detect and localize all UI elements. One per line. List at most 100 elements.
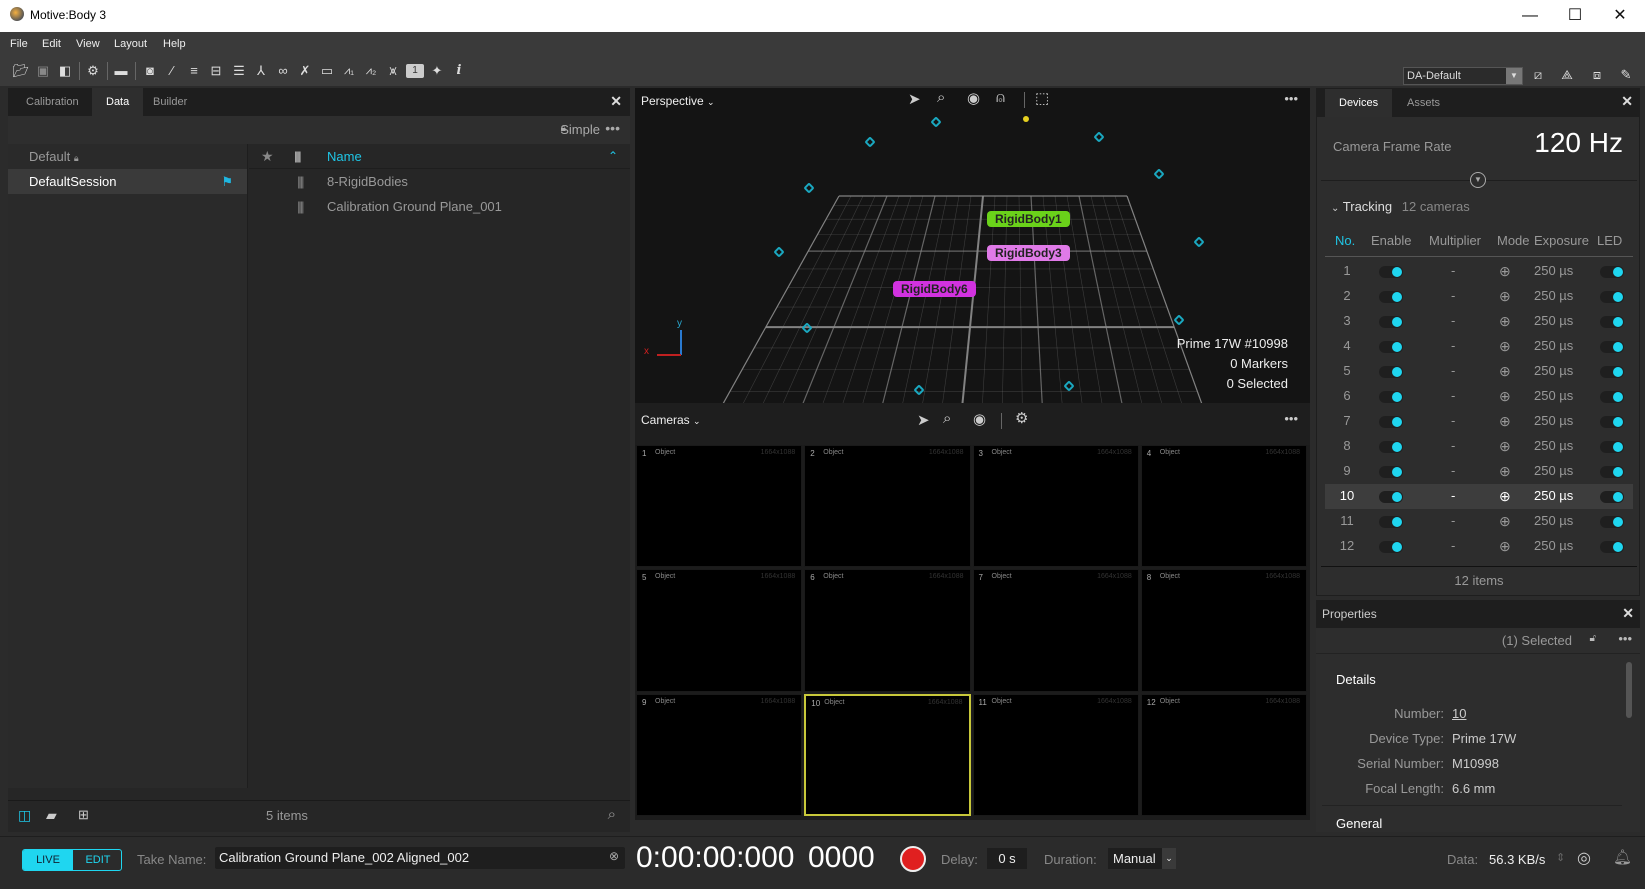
tab-builder[interactable]: Builder [139, 88, 201, 116]
led-toggle[interactable] [1600, 366, 1624, 378]
col-multiplier[interactable]: Multiplier [1429, 233, 1481, 248]
device-row[interactable]: 2 - ⊕ 250 µs [1325, 284, 1633, 309]
skeleton-icon[interactable]: ⅄ [252, 62, 270, 80]
object-mode-icon[interactable]: ⊕ [1499, 388, 1511, 405]
rigid-body-label-1[interactable]: RigidBody1 [987, 211, 1070, 227]
settings-icon[interactable]: ⚙ [1015, 409, 1028, 427]
menu-help[interactable]: Help [163, 38, 186, 50]
device-row[interactable]: 6 - ⊕ 250 µs [1325, 384, 1633, 409]
object-mode-icon[interactable]: ⊕ [1499, 513, 1511, 530]
camera-tile[interactable]: 4 Object 1664x1088 [1140, 445, 1307, 568]
enable-toggle[interactable] [1379, 316, 1403, 328]
take-name-input[interactable]: Calibration Ground Plane_002 Aligned_002… [215, 847, 625, 869]
object-mode-icon[interactable]: ⊕ [1499, 288, 1511, 305]
col-no[interactable]: No. [1335, 233, 1355, 248]
session-item[interactable]: DefaultSession ⚑ [8, 169, 247, 194]
rigid-body-label-3[interactable]: RigidBody3 [987, 245, 1070, 261]
object-mode-icon[interactable]: ⊕ [1499, 463, 1511, 480]
record-button[interactable] [900, 846, 926, 872]
led-toggle[interactable] [1600, 316, 1624, 328]
take-row[interactable]: |||| 8-RigidBodies [249, 169, 630, 194]
device-exposure[interactable]: 250 µs [1534, 438, 1573, 453]
list-settings-icon[interactable]: ☰ [230, 62, 248, 80]
mode-label[interactable]: Simple [560, 122, 600, 137]
details-section-header[interactable]: Details [1336, 672, 1376, 687]
clear-input-icon[interactable]: ⊗ [609, 849, 619, 863]
perspective-viewport[interactable]: Perspective ⌄ ➤ ⌕ ◉ ⍝ ⬚ ••• RigidBody3 R… [635, 88, 1310, 403]
enable-toggle[interactable] [1379, 441, 1403, 453]
camera-tile[interactable]: 10 Object 1664x1088 [804, 693, 971, 816]
device-exposure[interactable]: 250 µs [1534, 363, 1573, 378]
col-mode[interactable]: Mode [1497, 233, 1530, 248]
enable-toggle[interactable] [1379, 291, 1403, 303]
camera-tile[interactable]: 3 Object 1664x1088 [972, 445, 1139, 568]
more-options-icon[interactable]: ••• [605, 120, 620, 136]
search-icon[interactable]: ⌕ [608, 806, 616, 823]
layout-create-icon[interactable]: ⟁ [1557, 67, 1577, 85]
col-enable[interactable]: Enable [1371, 233, 1411, 248]
selected-camera-marker-icon[interactable] [1023, 116, 1029, 122]
camera-tile[interactable]: 5 Object 1664x1088 [636, 569, 803, 692]
device-exposure[interactable]: 250 µs [1534, 538, 1573, 553]
filter-icon[interactable]: ⩙ [384, 62, 402, 80]
device-exposure[interactable]: 250 µs [1534, 463, 1573, 478]
device-row[interactable]: 4 - ⊕ 250 µs [1325, 334, 1633, 359]
close-panel-icon[interactable]: ✕ [1621, 93, 1633, 110]
settings-icon[interactable]: ⚙ [84, 62, 102, 80]
select-tool-icon[interactable]: ➤ [917, 411, 930, 429]
led-toggle[interactable] [1600, 416, 1624, 428]
led-toggle[interactable] [1600, 541, 1624, 553]
layout-select[interactable]: DA-Default ▼ [1403, 67, 1523, 85]
data-rate-stepper-icon[interactable]: ⇕ [1556, 851, 1565, 864]
sidebar-toggle-icon[interactable]: ◫ [18, 807, 31, 824]
led-toggle[interactable] [1600, 341, 1624, 353]
led-toggle[interactable] [1600, 491, 1624, 503]
enable-toggle[interactable] [1379, 516, 1403, 528]
network-icon[interactable]: ◎ [1577, 848, 1591, 868]
enable-toggle[interactable] [1379, 366, 1403, 378]
archive-icon[interactable]: ⊟ [207, 62, 225, 80]
device-exposure[interactable]: 250 µs [1534, 263, 1573, 278]
graph2-icon[interactable]: ⩘₂ [362, 62, 380, 80]
duration-select[interactable]: Manual ⌄ [1108, 848, 1176, 869]
wand-icon[interactable]: ⁄ [163, 62, 181, 80]
unlock-icon[interactable]: 🔓︎ [1590, 633, 1596, 644]
menu-layout[interactable]: Layout [114, 38, 147, 50]
new-file-icon[interactable]: ⊞ [78, 807, 89, 823]
star-icon[interactable]: ★ [261, 144, 274, 169]
expand-down-icon[interactable]: ▼ [1470, 172, 1486, 188]
tab-assets[interactable]: Assets [1393, 89, 1454, 117]
device-exposure[interactable]: 250 µs [1534, 388, 1573, 403]
notification-bell-icon[interactable]: 🔔︎ [1613, 848, 1632, 866]
object-mode-icon[interactable]: ⊕ [1499, 338, 1511, 355]
close-panel-icon[interactable]: ✕ [610, 93, 622, 110]
object-mode-icon[interactable]: ⊕ [1499, 363, 1511, 380]
visibility-icon[interactable]: ◉ [973, 410, 986, 428]
menu-view[interactable]: View [76, 38, 100, 50]
tab-calibration[interactable]: Calibration [12, 88, 93, 116]
camera-tile[interactable]: 7 Object 1664x1088 [972, 569, 1139, 692]
layout-calibrate-icon[interactable]: ⧄ [1528, 67, 1548, 85]
minimize-button[interactable]: — [1510, 4, 1550, 28]
led-toggle[interactable] [1600, 266, 1624, 278]
camera-tile[interactable]: 6 Object 1664x1088 [804, 569, 971, 692]
object-mode-icon[interactable]: ⊕ [1499, 438, 1511, 455]
tools-icon[interactable]: ✗ [296, 62, 314, 80]
scrollbar[interactable] [1626, 662, 1632, 718]
enable-toggle[interactable] [1379, 391, 1403, 403]
camera-tile[interactable]: 11 Object 1664x1088 [972, 693, 1139, 816]
name-column-header[interactable]: Name [327, 144, 362, 169]
enable-toggle[interactable] [1379, 541, 1403, 553]
camera-tile[interactable]: 2 Object 1664x1088 [804, 445, 971, 568]
enable-toggle[interactable] [1379, 416, 1403, 428]
menu-edit[interactable]: Edit [42, 38, 61, 50]
flag-icon[interactable]: ⚑ [221, 169, 233, 194]
col-exposure[interactable]: Exposure [1534, 233, 1589, 248]
device-exposure[interactable]: 250 µs [1534, 288, 1573, 303]
edit-button[interactable]: EDIT [73, 850, 121, 870]
col-led[interactable]: LED [1597, 233, 1622, 248]
device-exposure[interactable]: 250 µs [1534, 413, 1573, 428]
device-row[interactable]: 8 - ⊕ 250 µs [1325, 434, 1633, 459]
live-button[interactable]: LIVE [23, 850, 73, 870]
columns-icon[interactable]: ||||| [294, 144, 301, 169]
